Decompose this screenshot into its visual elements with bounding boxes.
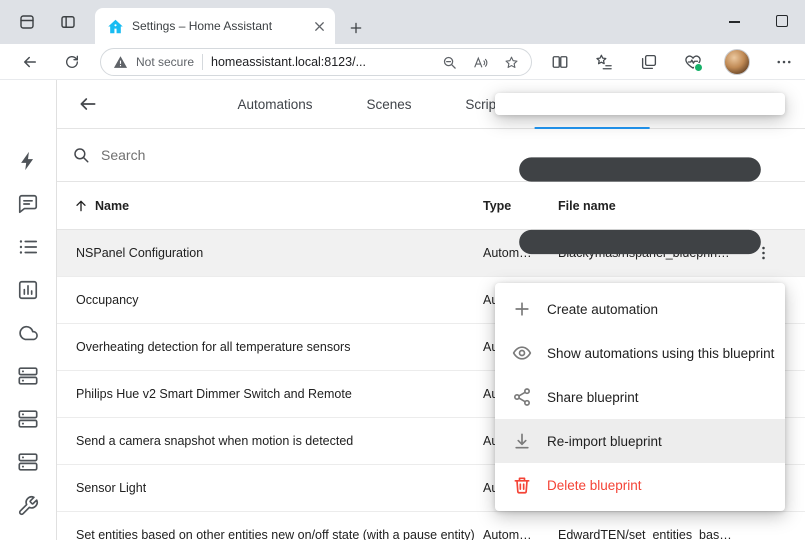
home-assistant-page: Automations Scenes Scripts Blueprints ? … <box>0 80 805 540</box>
tab-scenes[interactable]: Scenes <box>342 80 435 129</box>
omnibox-divider <box>202 54 203 70</box>
menu-item-reimport-blueprint[interactable]: Re-import blueprint <box>495 419 785 463</box>
row-name: Sensor Light <box>76 481 146 495</box>
download-icon <box>512 431 532 451</box>
share-icon <box>512 387 532 407</box>
sidebar-cloud-icon[interactable] <box>17 322 39 344</box>
menu-item-show-automations[interactable]: Show automations using this blueprint <box>495 331 785 375</box>
sidebar-server-icon[interactable] <box>17 451 39 473</box>
menu-item-share-blueprint[interactable]: Share blueprint <box>495 375 785 419</box>
workspaces-icon[interactable] <box>18 13 36 31</box>
trash-icon <box>512 475 532 495</box>
eye-icon <box>512 343 532 363</box>
new-tab-icon[interactable] <box>349 21 363 35</box>
plus-icon <box>512 299 532 319</box>
sidebar-assist-icon[interactable] <box>17 193 39 215</box>
sidebar-server-icon[interactable] <box>17 365 39 387</box>
row-file-name: EdwardTEN/set_entities_bas… <box>558 528 732 540</box>
context-menu: Create automation Show automations using… <box>495 283 785 511</box>
sidebar-energy-icon[interactable] <box>17 150 39 172</box>
address-bar[interactable]: Not secure homeassistant.local:8123/... <box>100 48 532 76</box>
row-name: Occupancy <box>76 293 139 307</box>
row-name: Send a camera snapshot when motion is de… <box>76 434 353 448</box>
favorite-star-icon[interactable] <box>504 55 519 70</box>
home-assistant-favicon <box>107 18 124 35</box>
menu-item-delete-blueprint[interactable]: Delete blueprint <box>495 463 785 507</box>
sidebar-menu-icon[interactable] <box>495 93 785 115</box>
ha-back-icon[interactable] <box>78 94 98 114</box>
browser-addressbar: Not secure homeassistant.local:8123/... <box>0 44 805 80</box>
tab-actions-icon[interactable] <box>59 13 77 31</box>
essentials-status-badge <box>694 63 703 72</box>
collections-icon[interactable] <box>640 53 658 71</box>
read-aloud-icon[interactable] <box>473 55 488 70</box>
tab-automations[interactable]: Automations <box>213 80 336 129</box>
url-text[interactable]: homeassistant.local:8123/... <box>211 55 426 69</box>
security-label: Not secure <box>136 55 194 69</box>
browser-tab[interactable]: Settings – Home Assistant <box>95 8 335 44</box>
profile-avatar[interactable] <box>724 49 750 75</box>
menu-item-label: Show automations using this blueprint <box>547 346 774 361</box>
refresh-icon[interactable] <box>64 54 80 70</box>
sidebar-tools-icon[interactable] <box>17 495 39 517</box>
menu-item-label: Share blueprint <box>547 390 639 405</box>
sort-arrow-up-icon[interactable] <box>73 198 89 214</box>
sidebar-history-icon[interactable] <box>17 279 39 301</box>
tab-close-icon[interactable] <box>312 19 327 34</box>
tab-title: Settings – Home Assistant <box>132 19 304 33</box>
row-type: Autom… <box>483 528 532 540</box>
menu-item-label: Delete blueprint <box>547 478 642 493</box>
ha-sidebar <box>0 80 57 540</box>
sidebar-server-icon[interactable] <box>17 408 39 430</box>
menu-item-label: Re-import blueprint <box>547 434 662 449</box>
menu-item-create-automation[interactable]: Create automation <box>495 287 785 331</box>
row-name: Overheating detection for all temperatur… <box>76 340 350 354</box>
browser-titlebar: Settings – Home Assistant <box>0 0 805 44</box>
zoom-icon[interactable] <box>442 55 457 70</box>
search-icon <box>72 146 90 164</box>
sidebar-logbook-icon[interactable] <box>17 236 39 258</box>
minimize-button[interactable] <box>729 21 740 23</box>
split-screen-icon[interactable] <box>551 53 569 71</box>
row-name: Philips Hue v2 Smart Dimmer Switch and R… <box>76 387 352 401</box>
maximize-button[interactable] <box>776 15 788 27</box>
not-secure-warning-icon[interactable] <box>113 55 128 70</box>
search-input[interactable] <box>101 147 421 163</box>
table-row[interactable]: Set entities based on other entities new… <box>57 512 805 540</box>
back-icon[interactable] <box>21 53 39 71</box>
column-header-name[interactable]: Name <box>95 199 129 213</box>
menu-item-label: Create automation <box>547 302 658 317</box>
browser-window: Settings – Home Assistant Not secure hom… <box>0 0 805 540</box>
row-name: NSPanel Configuration <box>76 246 203 260</box>
row-name: Set entities based on other entities new… <box>76 528 475 540</box>
favorites-hub-icon[interactable] <box>595 53 613 71</box>
more-menu-icon[interactable] <box>775 53 793 71</box>
